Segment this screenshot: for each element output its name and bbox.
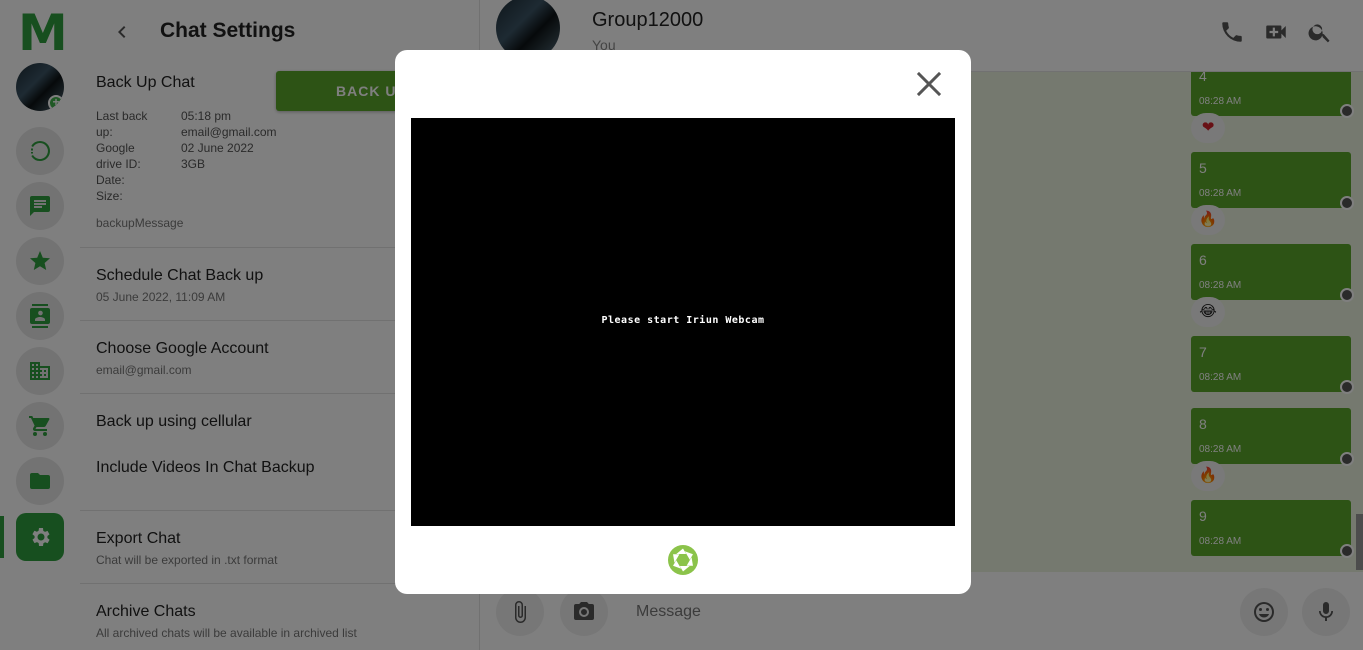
- close-icon: [916, 71, 942, 97]
- close-button[interactable]: [913, 68, 945, 100]
- webcam-status-message: Please start Iriun Webcam: [601, 315, 765, 326]
- camera-capture-dialog: Please start Iriun Webcam: [395, 50, 971, 594]
- camera-shutter-icon: [668, 545, 698, 575]
- capture-button[interactable]: [667, 544, 699, 576]
- webcam-preview: Please start Iriun Webcam: [411, 118, 955, 526]
